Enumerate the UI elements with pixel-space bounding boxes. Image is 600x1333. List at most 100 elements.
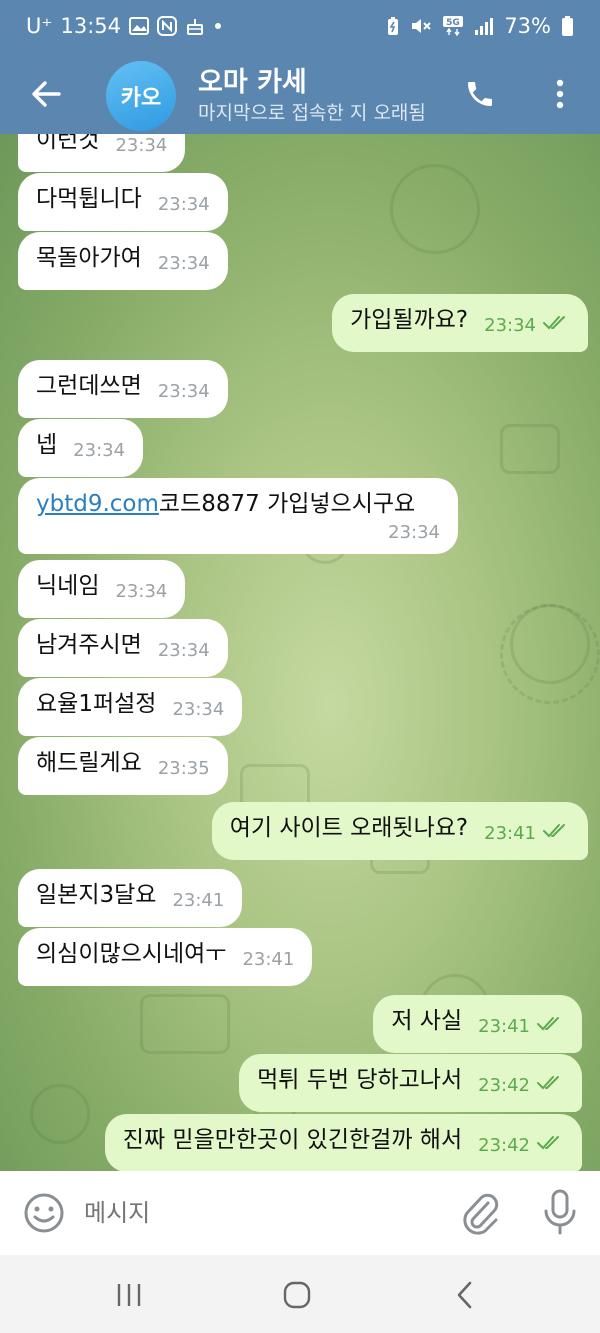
message-link[interactable]: ybtd9.com: [36, 491, 159, 517]
read-checkmarks-icon: [542, 818, 570, 848]
message-text: 해드릴게요: [36, 750, 142, 776]
status-right: 5G 73%: [386, 14, 574, 38]
message-text: 그런데쓰면: [36, 373, 142, 399]
svg-text:5G: 5G: [446, 18, 460, 28]
message-text: 먹튀 두번 당하고나서: [257, 1067, 463, 1093]
message-text: 닉네임: [36, 573, 100, 599]
message-text: 넵: [36, 432, 58, 458]
message-bubble[interactable]: 해드릴게요 23:35: [18, 737, 228, 795]
wallpaper-doodle: [30, 1084, 90, 1144]
call-button[interactable]: [456, 70, 504, 118]
message-bubble[interactable]: 목돌아가여 23:34: [18, 232, 228, 290]
system-nav-bar: [0, 1255, 600, 1333]
message-text: 다먹튑니다: [36, 186, 142, 212]
battery-saver-icon: [386, 16, 400, 36]
message-bubble-outgoing[interactable]: 여기 사이트 오래됫나요? 23:41: [211, 802, 588, 860]
voice-record-button[interactable]: [538, 1187, 582, 1237]
recent-apps-button[interactable]: [104, 1275, 154, 1315]
cake-notification-icon: [185, 16, 205, 36]
message-input[interactable]: [84, 1191, 424, 1235]
message-time: 23:34: [157, 253, 210, 274]
status-bar: U⁺ 13:54 5G 73%: [0, 0, 600, 56]
back-button[interactable]: [22, 70, 70, 118]
arrow-left-icon: [32, 81, 61, 107]
message-bubble[interactable]: 닉네임 23:34: [18, 560, 186, 618]
message-time: 23:34: [157, 194, 210, 215]
recent-apps-icon: [117, 1284, 141, 1306]
read-checkmarks-icon: [536, 1130, 564, 1160]
message-list[interactable]: 이런것 23:34 다먹튑니다 23:34 목돌아가여 23:34 가입될까요? 23:…: [0, 134, 600, 1171]
message-text: 이런것: [36, 134, 100, 153]
chat-header: 카오 오마 카세 마지막으로 접속한 지 오래됨: [0, 56, 600, 134]
wallpaper-doodle: [500, 604, 600, 704]
message-time: 23:41: [172, 890, 225, 911]
message-time: 23:42: [478, 1075, 530, 1096]
message-time: 23:41: [478, 1016, 530, 1037]
message-time: 23:41: [484, 823, 536, 844]
message-text: 여기 사이트 오래됫나요?: [229, 815, 469, 841]
read-checkmarks-icon: [536, 1011, 564, 1041]
smiley-icon: [24, 1193, 64, 1233]
chevron-left-icon: [457, 1281, 472, 1309]
chat-title[interactable]: 오마 카세: [198, 60, 307, 99]
message-text: 의심이많으시네여ㅜ: [36, 941, 227, 967]
message-time: 23:34: [157, 640, 210, 661]
carrier-label: U⁺: [26, 14, 53, 38]
home-icon: [283, 1281, 311, 1309]
last-seen-status: 마지막으로 접속한 지 오래됨: [198, 102, 426, 124]
message-text: 저 사실: [391, 1008, 463, 1034]
message-bubble-outgoing[interactable]: 진짜 믿을만한곳이 있긴한걸까 해서 23:42: [104, 1114, 582, 1171]
message-composer: [0, 1171, 600, 1255]
wallpaper-doodle: [140, 994, 230, 1054]
message-time: 23:34: [157, 381, 210, 402]
message-bubble[interactable]: 요율1퍼설정 23:34: [18, 678, 243, 736]
message-bubble[interactable]: 그런데쓰면 23:34: [18, 360, 228, 418]
message-time: 23:34: [172, 699, 225, 720]
message-time: 23:34: [484, 315, 536, 336]
message-time: 23:34: [115, 135, 168, 156]
home-button[interactable]: [272, 1275, 322, 1315]
message-text: 요율1퍼설정: [36, 691, 157, 717]
message-bubble[interactable]: 일본지3달요 23:41: [18, 869, 243, 927]
message-time: 23:34: [115, 581, 168, 602]
paperclip-icon: [463, 1193, 499, 1235]
naver-notification-icon: [157, 16, 177, 36]
message-bubble[interactable]: 의심이많으시네여ㅜ 23:41: [18, 928, 313, 986]
more-options-button[interactable]: [536, 70, 584, 118]
status-left: U⁺ 13:54: [26, 14, 223, 38]
battery-icon: [561, 15, 574, 37]
message-bubble[interactable]: ybtd9.com 코드8877 가입넣으시구요 23:34: [18, 478, 458, 554]
message-text: 목돌아가여: [36, 245, 142, 271]
message-text: 가입될까요?: [350, 307, 469, 333]
message-bubble[interactable]: 이런것 23:34: [18, 134, 186, 172]
message-time: 23:42: [478, 1135, 530, 1156]
more-vertical-icon: [556, 79, 564, 109]
emoji-button[interactable]: [22, 1191, 66, 1235]
system-back-button[interactable]: [440, 1275, 490, 1315]
clock: 13:54: [60, 14, 121, 38]
message-bubble-outgoing[interactable]: 가입될까요? 23:34: [332, 294, 588, 352]
wallpaper-doodle: [390, 164, 480, 254]
battery-percent: 73%: [504, 14, 551, 38]
phone-icon: [468, 82, 492, 106]
message-text: 남겨주시면: [36, 632, 142, 658]
message-bubble[interactable]: 넵 23:34: [18, 419, 144, 477]
message-time: 23:35: [157, 758, 210, 779]
message-time: 23:41: [242, 949, 295, 970]
message-bubble[interactable]: 남겨주시면 23:34: [18, 619, 228, 677]
avatar[interactable]: 카오: [106, 61, 176, 131]
gallery-notification-icon: [129, 17, 149, 35]
message-text: 코드8877 가입넣으시구요: [158, 491, 416, 517]
wallpaper-doodle: [500, 424, 560, 474]
message-bubble-outgoing[interactable]: 저 사실 23:41: [373, 995, 582, 1053]
microphone-icon: [544, 1189, 576, 1235]
message-time: 23:34: [388, 522, 440, 543]
dot-notification-icon: [213, 21, 223, 31]
message-time: 23:34: [73, 440, 126, 461]
message-bubble[interactable]: 다먹튑니다 23:34: [18, 173, 228, 231]
read-checkmarks-icon: [536, 1070, 564, 1100]
message-bubble-outgoing[interactable]: 먹튀 두번 당하고나서 23:42: [239, 1054, 582, 1112]
signal-icon: [474, 16, 494, 36]
attach-button[interactable]: [458, 1189, 502, 1237]
message-text: 진짜 믿을만한곳이 있긴한걸까 해서: [122, 1127, 463, 1153]
